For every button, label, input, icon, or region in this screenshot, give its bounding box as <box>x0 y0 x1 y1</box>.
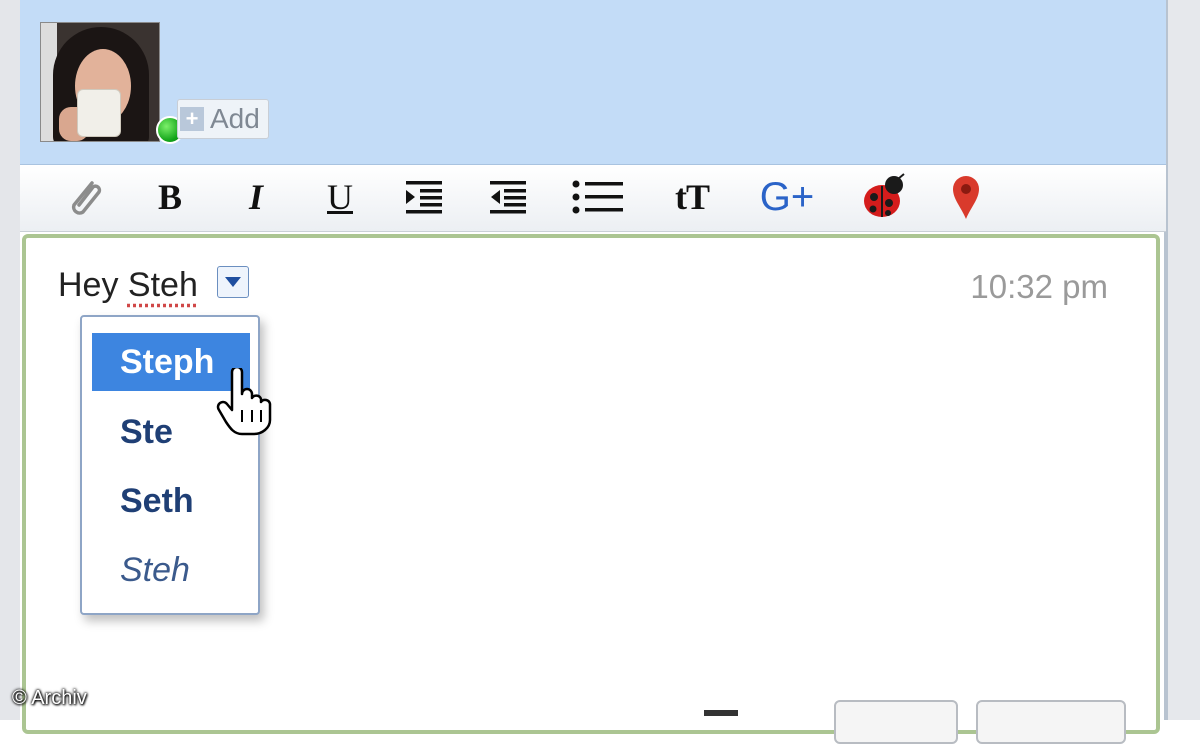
map-pin-icon[interactable] <box>946 175 986 219</box>
bullet-list-icon[interactable] <box>570 175 626 219</box>
spell-suggestion-toggle[interactable] <box>217 266 249 298</box>
add-button-label: Add <box>210 103 260 135</box>
window-frame-left <box>0 0 20 720</box>
hand-cursor-icon <box>216 368 272 436</box>
message-timestamp: 10:32 pm <box>970 268 1108 306</box>
chevron-down-icon <box>225 277 241 287</box>
formatting-toolbar: B I U tT G+ <box>20 165 1166 232</box>
suggestion-item[interactable]: Seth <box>92 472 250 530</box>
font-size-label: tT <box>675 176 709 218</box>
paperclip-icon[interactable] <box>60 175 110 219</box>
misspelled-word[interactable]: Steh <box>128 266 198 305</box>
indent-icon[interactable] <box>402 175 446 219</box>
message-prefix: Hey <box>58 266 128 305</box>
message-text[interactable]: Hey Steh <box>58 266 198 305</box>
watermark: © Archiv <box>12 687 87 710</box>
add-contact-button[interactable]: + Add <box>177 99 269 139</box>
bold-button[interactable]: B <box>148 175 192 219</box>
emoticon-icon[interactable] <box>704 710 738 716</box>
footer-button[interactable] <box>834 700 958 744</box>
avatar[interactable] <box>40 22 160 142</box>
plus-icon: + <box>180 107 204 131</box>
chat-header: + Add <box>20 0 1166 165</box>
keep-original-item[interactable]: Steh <box>92 541 250 599</box>
outdent-icon[interactable] <box>486 175 530 219</box>
font-size-button[interactable]: tT <box>664 175 720 219</box>
google-plus-button[interactable]: G+ <box>754 175 820 219</box>
italic-button[interactable]: I <box>234 175 278 219</box>
ladybug-icon[interactable] <box>854 175 910 219</box>
spelling-suggestions-menu: Steph Ste Seth Steh <box>80 315 260 615</box>
underline-button[interactable]: U <box>318 175 362 219</box>
footer-button[interactable] <box>976 700 1126 744</box>
window-frame-right <box>1164 0 1200 720</box>
